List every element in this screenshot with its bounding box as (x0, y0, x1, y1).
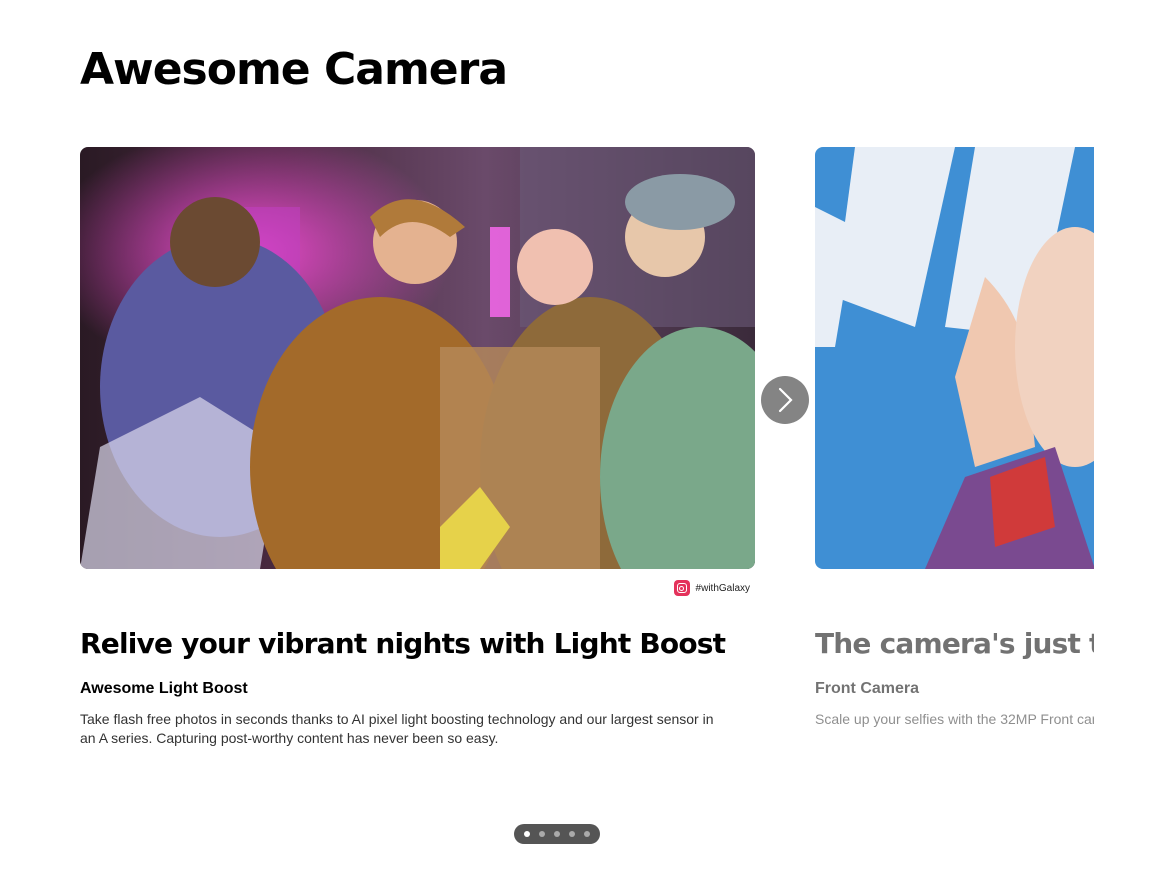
card-subtitle: Front Camera (815, 680, 920, 697)
card-subtitle: Awesome Light Boost (80, 680, 248, 697)
card-description: Scale up your selfies with the 32MP Fron… (815, 711, 1094, 727)
carousel-pagination (514, 824, 600, 844)
card-image-friends-night (80, 147, 755, 569)
instagram-icon (673, 580, 690, 596)
pagination-dot-4[interactable] (569, 831, 575, 837)
instagram-tag[interactable]: #withGalaxy (673, 579, 750, 597)
card-title: Relive your vibrant nights with Light Bo… (80, 627, 726, 660)
pagination-dot-1[interactable] (524, 831, 530, 837)
card-image-selfie (815, 147, 1094, 569)
section-title: Awesome Camera (80, 44, 508, 95)
pagination-dot-2[interactable] (539, 831, 545, 837)
pagination-dot-3[interactable] (554, 831, 560, 837)
instagram-tag-label: #withGalaxy (695, 582, 750, 594)
chevron-right-icon (778, 387, 793, 413)
carousel-card-light-boost: #withGalaxy Relive your vibrant nights w… (80, 147, 755, 746)
card-text: The camera's just the star Front Camera … (815, 624, 1094, 729)
card-text: Relive your vibrant nights with Light Bo… (80, 624, 755, 748)
card-title: The camera's just the star (815, 627, 1094, 660)
card-description: Take flash free photos in seconds thanks… (80, 711, 714, 746)
carousel-card-front-camera: The camera's just the star Front Camera … (815, 147, 1094, 727)
pagination-dot-5[interactable] (584, 831, 590, 837)
camera-carousel[interactable]: #withGalaxy Relive your vibrant nights w… (80, 147, 1094, 787)
carousel-next-button[interactable] (761, 376, 809, 424)
